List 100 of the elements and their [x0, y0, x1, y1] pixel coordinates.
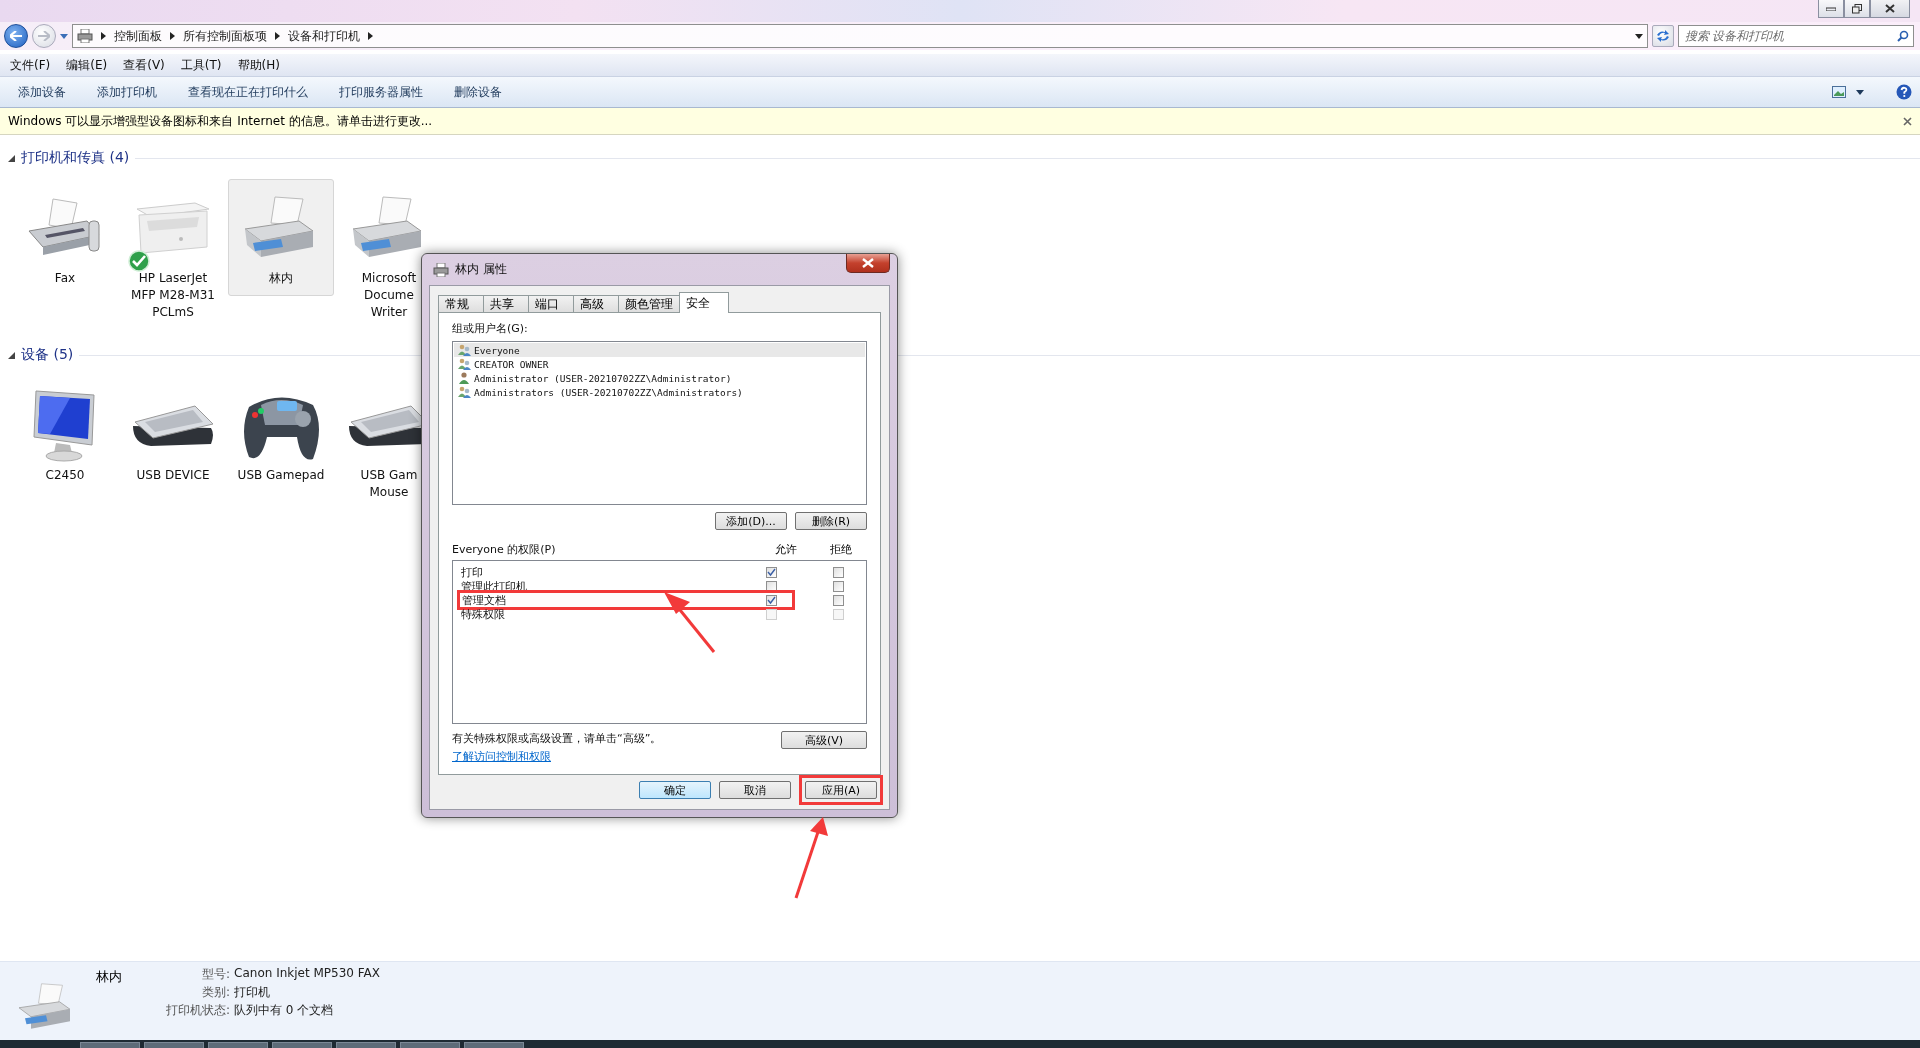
- device-tile[interactable]: 林内: [228, 179, 334, 296]
- group-header[interactable]: 打印机和传真 (4): [21, 149, 130, 167]
- detail-value: 队列中有 0 个文档: [234, 1002, 335, 1019]
- dialog-button[interactable]: 应用(A): [805, 781, 877, 799]
- checkbox[interactable]: [833, 580, 844, 592]
- close-icon[interactable]: [1903, 116, 1912, 126]
- breadcrumb-arrow-icon[interactable]: [170, 32, 175, 40]
- user-list-item[interactable]: Administrator (USER-20210702ZZ\Administrator): [454, 371, 865, 385]
- permission-name: 打印: [461, 564, 484, 580]
- checkbox[interactable]: [766, 580, 777, 592]
- device-name: HP LaserJet MFP M28-M31 PCLmS: [131, 270, 215, 321]
- user-list-item[interactable]: CREATOR OWNER: [454, 357, 865, 371]
- dropdown-arrow-icon[interactable]: [1856, 89, 1864, 95]
- detail-label: 打印机状态:: [166, 1002, 231, 1019]
- device-name: USB Gam Mouse: [360, 467, 418, 501]
- collapse-toggle-icon[interactable]: [8, 154, 15, 162]
- menu-item[interactable]: 查看(V): [116, 54, 172, 76]
- user-group-icon: [458, 358, 471, 370]
- dialog-button[interactable]: 取消: [719, 781, 791, 799]
- menu-item[interactable]: 编辑(E): [59, 54, 115, 76]
- column-header: 拒绝: [829, 542, 853, 557]
- detail-value: Canon Inkjet MP530 FAX: [234, 966, 380, 982]
- close-icon: [1885, 4, 1895, 13]
- permissions-label: Everyone 的权限(P): [452, 542, 557, 557]
- help-link[interactable]: 了解访问控制和权限: [452, 750, 551, 763]
- tab[interactable]: 高级: [573, 295, 619, 313]
- toolbar-button[interactable]: 添加打印机: [87, 79, 167, 105]
- device-tile[interactable]: Fax: [12, 179, 118, 296]
- toolbar-button[interactable]: 添加设备: [8, 79, 76, 105]
- minimize-icon: [1826, 6, 1836, 11]
- dialog-button[interactable]: 确定: [639, 781, 711, 799]
- tab[interactable]: 常规: [438, 295, 484, 313]
- back-arrow-icon: [10, 31, 22, 41]
- restore-icon: [1852, 3, 1862, 14]
- close-button[interactable]: [1870, 0, 1910, 18]
- user-list-item[interactable]: Administrators (USER-20210702ZZ\Administrators): [454, 385, 865, 399]
- tab[interactable]: 安全: [679, 292, 729, 313]
- checkbox[interactable]: [833, 566, 844, 578]
- dropdown-arrow-icon[interactable]: [1635, 33, 1643, 39]
- breadcrumb-arrow-icon[interactable]: [368, 32, 373, 40]
- refresh-button[interactable]: [1652, 25, 1674, 47]
- user-list-item[interactable]: Everyone: [454, 343, 865, 357]
- device-tile[interactable]: USB Gamepad: [228, 376, 334, 493]
- back-button[interactable]: [4, 24, 28, 48]
- toolbar-button[interactable]: 查看现在正在打印什么: [178, 79, 318, 105]
- refresh-icon: [1656, 30, 1670, 42]
- dialog-title: 林内 属性: [455, 261, 508, 278]
- printer-icon: [433, 262, 449, 277]
- forward-arrow-icon: [38, 31, 50, 41]
- dialog-button[interactable]: 添加(D)...: [715, 512, 787, 530]
- device-tile[interactable]: USB DEVICE: [120, 376, 226, 493]
- checkbox[interactable]: [766, 594, 777, 606]
- device-name: 林内: [96, 968, 123, 986]
- device-tile[interactable]: HP LaserJet MFP M28-M31 PCLmS: [120, 179, 226, 330]
- detail-label: 型号:: [201, 966, 231, 983]
- device-tile[interactable]: C2450: [12, 376, 118, 493]
- menu-item[interactable]: 工具(T): [173, 54, 229, 76]
- close-icon: [862, 258, 874, 268]
- permission-name: 特殊权限: [461, 606, 506, 622]
- breadcrumb-arrow-icon[interactable]: [101, 32, 106, 40]
- device-name: USB Gamepad: [237, 467, 325, 484]
- group-header[interactable]: 设备 (5): [21, 346, 74, 364]
- search-icon[interactable]: [1897, 30, 1909, 42]
- menu-item[interactable]: 文件(F): [3, 54, 58, 76]
- device-name: USB DEVICE: [136, 467, 210, 484]
- column-header: 允许: [774, 542, 798, 557]
- collapse-toggle-icon[interactable]: [8, 351, 15, 359]
- users-label: 组或用户名(G):: [452, 321, 529, 336]
- toolbar-button[interactable]: 删除设备: [444, 79, 512, 105]
- device-name: 林内: [269, 270, 293, 287]
- permission-name: 管理文档: [462, 592, 507, 608]
- toolbar-button[interactable]: 打印服务器属性: [329, 79, 433, 105]
- help-icon[interactable]: [1896, 84, 1912, 100]
- breadcrumb-arrow-icon[interactable]: [275, 32, 280, 40]
- device-name: Fax: [54, 270, 76, 287]
- search-field[interactable]: 搜索 设备和打印机: [1678, 25, 1914, 47]
- close-button[interactable]: [846, 254, 890, 273]
- menu-item[interactable]: 帮助(H): [230, 54, 287, 76]
- device-name: Microsoft Docume Writer: [361, 270, 417, 321]
- breadcrumb-item[interactable]: 设备和打印机: [288, 27, 360, 45]
- printer-icon: [77, 29, 93, 43]
- tab[interactable]: 端口: [528, 295, 574, 313]
- view-options-icon[interactable]: [1832, 86, 1846, 98]
- advanced-button[interactable]: 高级(V): [781, 731, 867, 749]
- device-name: C2450: [45, 467, 85, 484]
- dialog-button[interactable]: 删除(R): [795, 512, 867, 530]
- detail-value: 打印机: [234, 984, 272, 1001]
- detail-label: 类别:: [201, 984, 231, 1001]
- breadcrumb-item[interactable]: 控制面板: [114, 27, 162, 45]
- checkbox[interactable]: [833, 594, 844, 606]
- user-group-icon: [458, 386, 471, 398]
- breadcrumb-item[interactable]: 所有控制面板项: [183, 27, 267, 45]
- tab[interactable]: 颜色管理: [618, 295, 680, 313]
- restore-button[interactable]: [1844, 0, 1870, 18]
- help-text: 有关特殊权限或高级设置，请单击“高级”。: [452, 731, 662, 746]
- user-group-icon: [458, 344, 471, 356]
- user-icon: [458, 372, 471, 384]
- checkbox[interactable]: [766, 566, 777, 578]
- info-bar-message[interactable]: Windows 可以显示增强型设备图标和来自 Internet 的信息。请单击进行更改...: [8, 112, 433, 130]
- tab[interactable]: 共享: [483, 295, 529, 313]
